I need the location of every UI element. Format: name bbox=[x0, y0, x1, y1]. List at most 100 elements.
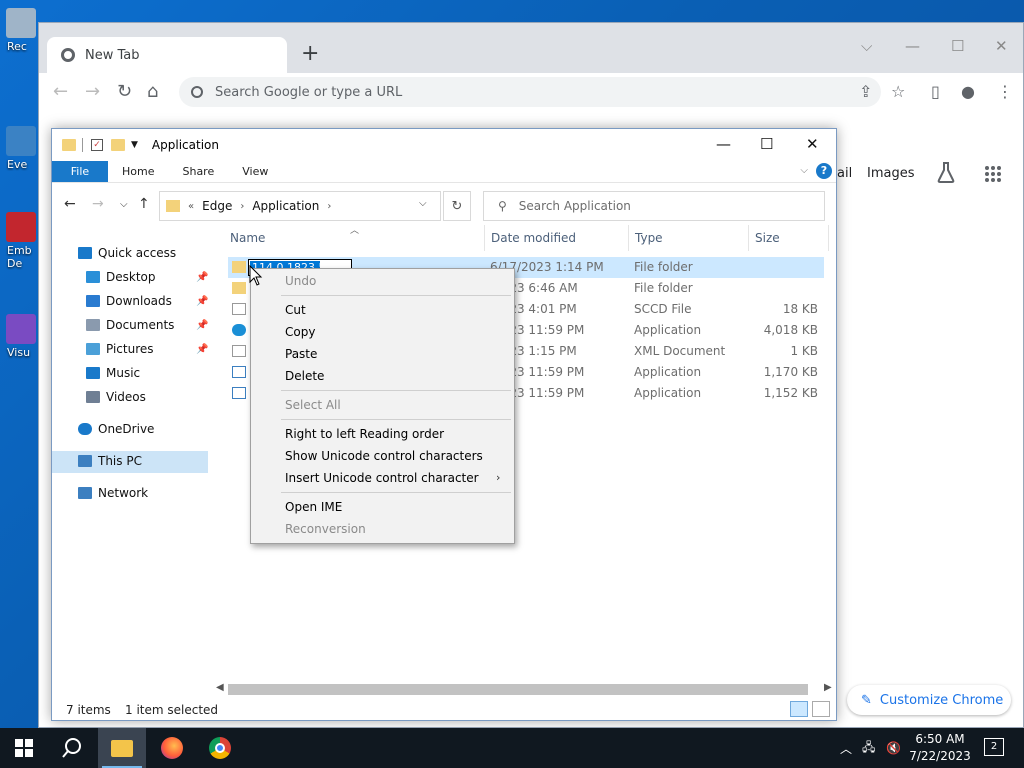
column-divider[interactable] bbox=[828, 225, 829, 251]
menu-item-paste[interactable]: Paste bbox=[285, 347, 317, 361]
explorer-maximize-button[interactable]: ☐ bbox=[760, 135, 773, 153]
menu-item-delete[interactable]: Delete bbox=[285, 369, 324, 383]
column-divider[interactable] bbox=[628, 225, 629, 251]
column-divider[interactable] bbox=[748, 225, 749, 251]
forward-arrow-icon[interactable]: → bbox=[92, 196, 104, 212]
chevron-right-icon[interactable]: › bbox=[240, 201, 244, 212]
omnibox[interactable]: Search Google or type a URL bbox=[179, 77, 881, 107]
star-icon[interactable]: ☆ bbox=[891, 82, 905, 101]
tab-new-tab[interactable]: New Tab bbox=[47, 37, 287, 73]
notification-center-icon[interactable]: 2 bbox=[984, 738, 1004, 756]
images-link[interactable]: Images bbox=[867, 166, 915, 181]
breadcrumb-application[interactable]: Application bbox=[252, 199, 319, 213]
horizontal-scrollbar[interactable]: ◀ ▶ bbox=[212, 682, 836, 696]
menu-item-undo[interactable]: Undo bbox=[285, 274, 316, 288]
start-button[interactable] bbox=[0, 728, 48, 768]
share-icon[interactable]: ⇪ bbox=[859, 82, 872, 101]
refresh-button[interactable]: ↻ bbox=[443, 191, 471, 221]
back-arrow-icon[interactable]: ← bbox=[53, 81, 68, 102]
column-header-size[interactable]: Size bbox=[755, 231, 780, 245]
tab-home[interactable]: Home bbox=[108, 161, 168, 182]
scroll-left-icon[interactable]: ◀ bbox=[216, 682, 224, 693]
expand-ribbon-icon[interactable]: ⌵ bbox=[800, 165, 808, 176]
nav-downloads[interactable]: Downloads 📌 bbox=[86, 294, 208, 308]
menu-item-rtl-reading-order[interactable]: Right to left Reading order bbox=[285, 427, 444, 441]
address-dropdown-icon[interactable]: ⌵ bbox=[419, 198, 427, 209]
breadcrumb-edge[interactable]: Edge bbox=[202, 199, 232, 213]
taskbar-file-explorer[interactable] bbox=[98, 728, 146, 768]
up-arrow-icon[interactable]: ↑ bbox=[138, 196, 150, 212]
clock[interactable]: 6:50 AM 7/22/2023 bbox=[908, 731, 972, 765]
pin-icon[interactable]: 📌 bbox=[196, 272, 208, 283]
explorer-minimize-button[interactable]: — bbox=[716, 135, 731, 153]
maximize-button[interactable]: ☐ bbox=[951, 37, 964, 55]
search-button[interactable] bbox=[48, 728, 96, 768]
column-header-date[interactable]: Date modified bbox=[491, 231, 576, 245]
details-view-icon[interactable] bbox=[790, 701, 808, 717]
column-divider[interactable] bbox=[484, 225, 485, 251]
menu-item-insert-unicode[interactable]: Insert Unicode control character bbox=[285, 471, 479, 485]
network-icon[interactable]: 🖧 bbox=[862, 728, 875, 768]
chevron-right-icon[interactable]: › bbox=[327, 201, 331, 212]
scrollbar-thumb[interactable] bbox=[228, 684, 808, 695]
nav-videos[interactable]: Videos bbox=[86, 390, 146, 404]
column-header-name[interactable]: Name bbox=[230, 231, 265, 245]
pin-icon[interactable]: 📌 bbox=[196, 296, 208, 307]
pin-icon[interactable]: 📌 bbox=[196, 320, 208, 331]
recent-locations-icon[interactable]: ⌵ bbox=[120, 199, 128, 210]
help-icon[interactable]: ? bbox=[816, 163, 832, 179]
minimize-button[interactable]: — bbox=[905, 37, 920, 55]
tab-file[interactable]: File bbox=[52, 161, 108, 182]
close-button[interactable]: ✕ bbox=[995, 37, 1008, 55]
menu-item-open-ime[interactable]: Open IME bbox=[285, 500, 342, 514]
properties-check-icon[interactable]: ✓ bbox=[91, 139, 103, 151]
taskbar-firefox[interactable] bbox=[148, 728, 196, 768]
menu-item-reconversion[interactable]: Reconversion bbox=[285, 522, 366, 536]
nav-network[interactable]: Network bbox=[78, 486, 148, 500]
nav-this-pc[interactable]: This PC bbox=[78, 454, 142, 468]
labs-flask-icon[interactable] bbox=[937, 161, 955, 183]
overflow-chevron-icon[interactable]: « bbox=[188, 201, 194, 212]
search-input[interactable]: ⚲ Search Application bbox=[483, 191, 825, 221]
customize-chrome-button[interactable]: ✎ Customize Chrome bbox=[847, 685, 1011, 715]
desktop-icon-embedded[interactable]: Emb De bbox=[0, 212, 36, 270]
taskbar-chrome[interactable] bbox=[196, 728, 244, 768]
nav-music[interactable]: Music bbox=[86, 366, 140, 380]
back-arrow-icon[interactable]: ← bbox=[64, 196, 76, 212]
menu-item-copy[interactable]: Copy bbox=[285, 325, 315, 339]
nav-pictures[interactable]: Pictures 📌 bbox=[86, 342, 208, 356]
desktop-icon-event[interactable]: Eve bbox=[0, 126, 36, 171]
show-hidden-icons[interactable]: ︿ bbox=[840, 728, 852, 768]
desktop-icon-recycle-bin[interactable]: Rec bbox=[0, 8, 36, 53]
google-apps-icon[interactable] bbox=[985, 166, 1001, 182]
forward-arrow-icon[interactable]: → bbox=[85, 81, 100, 102]
nav-documents[interactable]: Documents 📌 bbox=[86, 318, 208, 332]
quick-access-dropdown-icon[interactable]: ▼ bbox=[131, 140, 138, 150]
explorer-close-button[interactable]: ✕ bbox=[806, 135, 819, 153]
chrome-menu-icon[interactable]: ⋮ bbox=[997, 82, 1013, 101]
new-tab-button[interactable]: + bbox=[301, 41, 319, 66]
gmail-link[interactable]: ail bbox=[837, 166, 852, 181]
desktop-icon-visual-studio[interactable]: Visu bbox=[0, 314, 36, 359]
menu-item-show-unicode[interactable]: Show Unicode control characters bbox=[285, 449, 483, 463]
volume-muted-icon[interactable]: 🔇 bbox=[886, 728, 901, 768]
reload-icon[interactable]: ↻ bbox=[117, 81, 132, 102]
tab-view[interactable]: View bbox=[228, 161, 282, 182]
home-icon[interactable]: ⌂ bbox=[147, 81, 158, 102]
menu-item-select-all[interactable]: Select All bbox=[285, 398, 341, 412]
nav-quick-access[interactable]: Quick access bbox=[78, 246, 176, 260]
scroll-right-icon[interactable]: ▶ bbox=[824, 682, 832, 693]
new-folder-icon[interactable] bbox=[111, 139, 125, 151]
tab-share[interactable]: Share bbox=[168, 161, 228, 182]
profile-avatar-icon[interactable]: ● bbox=[961, 82, 975, 101]
menu-item-cut[interactable]: Cut bbox=[285, 303, 306, 317]
nav-onedrive[interactable]: OneDrive bbox=[78, 422, 154, 436]
column-header-type[interactable]: Type bbox=[635, 231, 663, 245]
address-bar[interactable]: « Edge › Application › bbox=[159, 191, 441, 221]
side-panel-icon[interactable]: ▯ bbox=[931, 82, 940, 101]
tab-search-icon[interactable]: ⌵ bbox=[861, 37, 872, 55]
pin-icon[interactable]: 📌 bbox=[196, 344, 208, 355]
nav-desktop[interactable]: Desktop 📌 bbox=[86, 270, 208, 284]
large-icons-view-icon[interactable] bbox=[812, 701, 830, 717]
recycle-bin-icon bbox=[6, 8, 36, 38]
